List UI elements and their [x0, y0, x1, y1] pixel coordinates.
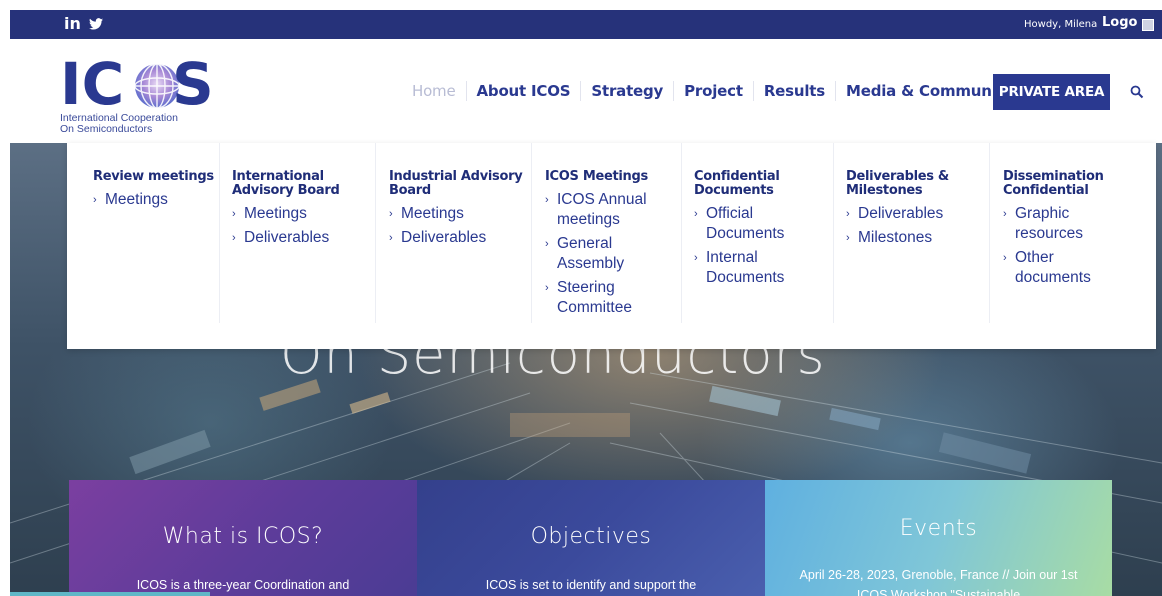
menu-item-deliverables[interactable]: Deliverables — [230, 228, 329, 248]
menu-list: ICOS Annual meetings General Assembly St… — [543, 190, 673, 322]
page: in Howdy, Milena Logo IC S International… — [0, 0, 1162, 596]
menu-item-milestones[interactable]: Milestones — [844, 228, 943, 248]
menu-list: Meetings Deliverables — [230, 204, 329, 252]
nav-results[interactable]: Results — [752, 81, 835, 101]
logo-letters-ic: IC — [60, 50, 125, 118]
feature-title: Objectives — [530, 524, 652, 549]
menu-item-general-assembly[interactable]: General Assembly — [543, 234, 673, 274]
menu-item-meetings[interactable]: Meetings — [387, 204, 486, 224]
menu-column-dissemination-confidential: DisseminationConfidential Graphic resour… — [990, 143, 1156, 323]
private-area-mega-menu: Review meetings Meetings InternationalAd… — [67, 143, 1156, 349]
menu-item-deliverables[interactable]: Deliverables — [387, 228, 486, 248]
menu-column-icos-meetings: ICOS Meetings ICOS Annual meetings Gener… — [532, 143, 682, 323]
avatar[interactable] — [1142, 19, 1154, 31]
nav-strategy[interactable]: Strategy — [580, 81, 673, 101]
menu-column-international-advisory-board: InternationalAdvisory Board Meetings Del… — [220, 143, 376, 323]
social-links: in — [64, 14, 103, 33]
menu-item-graphic-resources[interactable]: Graphic resources — [1001, 204, 1121, 244]
twitter-icon[interactable] — [88, 17, 103, 30]
feature-what-is-icos[interactable]: What is ICOS? ICOS is a three-year Coord… — [69, 480, 417, 596]
menu-column-deliverables-milestones: Deliverables &Milestones Deliverables Mi… — [834, 143, 990, 323]
admin-logo-link[interactable]: Logo — [1102, 15, 1137, 30]
nav-project[interactable]: Project — [673, 81, 753, 101]
nav-about[interactable]: About ICOS — [465, 81, 581, 101]
site-logo[interactable]: IC S International Cooperation On Semico… — [60, 50, 220, 135]
logo-letter-s: S — [172, 50, 214, 118]
feature-text: ICOS is set to identify and support the — [485, 578, 697, 592]
menu-column-review-meetings: Review meetings Meetings — [81, 143, 220, 323]
nav-home[interactable]: Home — [402, 81, 466, 101]
menu-column-title[interactable]: ICOS Meetings — [545, 170, 648, 184]
menu-list: Meetings Deliverables — [387, 204, 486, 252]
menu-item-icos-annual-meetings[interactable]: ICOS Annual meetings — [543, 190, 673, 230]
menu-item-steering-committee[interactable]: Steering Committee — [543, 278, 673, 318]
menu-list: Graphic resources Other documents — [1001, 204, 1121, 292]
menu-column-confidential-documents: ConfidentialDocuments Official Documents… — [682, 143, 834, 323]
menu-column-title[interactable]: International Advisory Board — [232, 170, 340, 198]
menu-column-title[interactable]: Deliverables & Milestones — [846, 170, 949, 198]
feature-title: What is ICOS? — [162, 524, 324, 549]
menu-item-other-documents[interactable]: Other documents — [1001, 248, 1121, 288]
logo-subtitle: International Cooperation On Semiconduct… — [60, 112, 178, 135]
menu-item-deliverables[interactable]: Deliverables — [844, 204, 943, 224]
menu-item-official-documents[interactable]: Official Documents — [692, 204, 822, 244]
menu-item-internal-documents[interactable]: Internal Documents — [692, 248, 822, 288]
menu-column-industrial-advisory-board: Industrial AdvisoryBoard Meetings Delive… — [376, 143, 532, 323]
feature-title: Events — [899, 516, 978, 541]
menu-column-title[interactable]: Confidential Documents — [694, 170, 780, 198]
top-bar: in Howdy, Milena Logo — [10, 10, 1162, 39]
site-header: IC S International Cooperation On Semico… — [10, 39, 1162, 143]
main-nav: Home About ICOS Strategy Project Results… — [402, 81, 1058, 101]
menu-item-meetings[interactable]: Meetings — [91, 190, 168, 210]
menu-item-meetings[interactable]: Meetings — [230, 204, 329, 224]
menu-column-title[interactable]: Industrial Advisory Board — [389, 170, 523, 198]
menu-list: Meetings — [91, 190, 168, 214]
private-area-button[interactable]: PRIVATE AREA — [993, 74, 1110, 110]
feature-objectives[interactable]: Objectives ICOS is set to identify and s… — [417, 480, 765, 596]
feature-events[interactable]: Events April 26-28, 2023, Grenoble, Fran… — [765, 480, 1112, 596]
menu-list: Deliverables Milestones — [844, 204, 943, 252]
feature-text: April 26-28, 2023, Grenoble, France // J… — [799, 568, 1078, 596]
admin-greeting[interactable]: Howdy, Milena — [1024, 19, 1097, 30]
scroll-progress-strip — [10, 592, 210, 596]
search-icon[interactable] — [1130, 85, 1144, 99]
menu-list: Official Documents Internal Documents — [692, 204, 822, 292]
menu-column-title[interactable]: Review meetings — [93, 170, 214, 184]
menu-column-title[interactable]: Dissemination Confidential — [1003, 170, 1104, 198]
linkedin-icon[interactable]: in — [64, 14, 81, 33]
